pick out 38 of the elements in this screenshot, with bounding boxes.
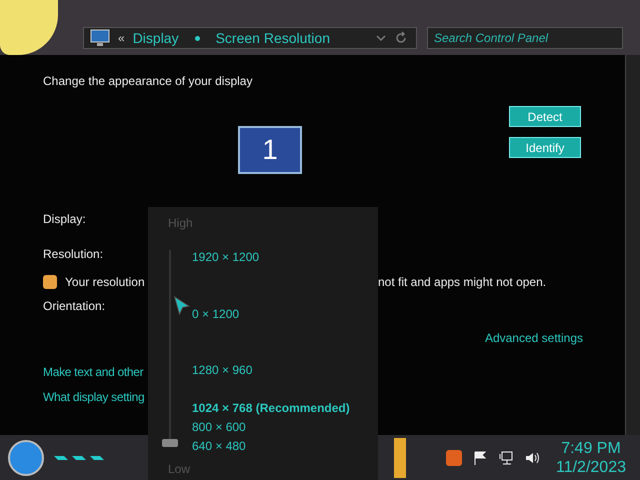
- field-label: Orientation:: [43, 299, 106, 315]
- resolution-option[interactable]: 640 × 480: [192, 436, 246, 456]
- resolution-option[interactable]: 0 × 1200: [192, 304, 240, 324]
- slider-high-label: High: [168, 216, 193, 232]
- app-tray-icon[interactable]: [446, 450, 462, 466]
- resolution-option[interactable]: 1280 × 960: [192, 360, 252, 380]
- resolution-option[interactable]: 800 × 600: [192, 418, 246, 437]
- refresh-icon[interactable]: [394, 31, 408, 45]
- clock-time[interactable]: 7:49 PM: [561, 438, 621, 458]
- start-button[interactable]: [8, 440, 44, 476]
- resolution-option[interactable]: 1920 × 1200: [192, 248, 260, 267]
- breadcrumb-dot-icon: [194, 36, 200, 40]
- breadcrumb-item[interactable]: Display: [132, 30, 179, 46]
- field-label: Display:: [43, 212, 86, 228]
- monitor-icon: [90, 29, 110, 47]
- network-icon[interactable]: [498, 450, 514, 466]
- warning-text: not fit and apps might not open.: [378, 275, 546, 289]
- scrollbar[interactable]: [625, 55, 640, 435]
- warning-text: Your resolution: [65, 275, 145, 289]
- character-picture: [0, 0, 58, 55]
- clock-date[interactable]: 11/2/2023: [556, 458, 626, 476]
- page-heading: Change the appearance of your display: [43, 74, 254, 90]
- breadcrumb-item[interactable]: Screen Resolution: [216, 30, 330, 46]
- flag-icon[interactable]: [472, 450, 488, 466]
- slider-low-label: Low: [168, 462, 190, 478]
- search-field[interactable]: Search Control Panel: [427, 27, 623, 49]
- chevron-down-icon[interactable]: [376, 34, 386, 42]
- advanced-settings-link[interactable]: Advanced settings: [484, 331, 583, 345]
- address-bar[interactable]: « Display Screen Resolution: [83, 27, 417, 49]
- help-link[interactable]: Make text and other: [43, 365, 144, 379]
- taskbar-decoration-drawing: [54, 456, 104, 460]
- breadcrumb-separator: «: [118, 31, 125, 45]
- help-link[interactable]: What display setting: [43, 390, 144, 404]
- slider-thumb[interactable]: [162, 438, 178, 447]
- resolution-option[interactable]: 1024 × 768 (Recommended): [192, 398, 350, 418]
- warning-icon: [43, 275, 57, 289]
- pointer-cursor-icon: [174, 296, 190, 315]
- monitor-tile[interactable]: 1: [238, 126, 302, 174]
